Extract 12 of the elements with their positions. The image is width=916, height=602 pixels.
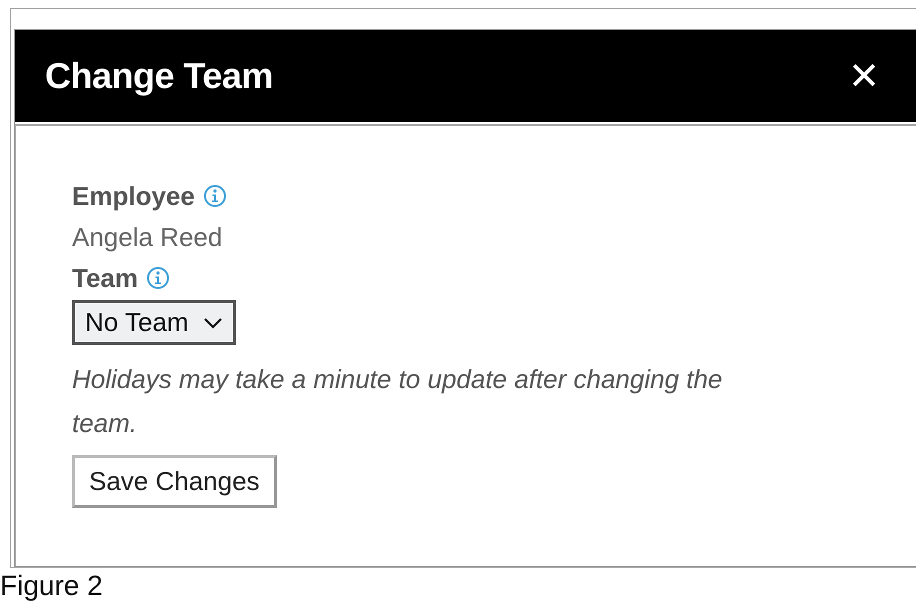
field-label: Team (72, 262, 138, 294)
team-dropdown[interactable]: No Team (72, 300, 236, 345)
info-icon[interactable] (202, 184, 227, 208)
close-button[interactable]: ✕ (848, 54, 880, 98)
chevron-down-icon (202, 316, 223, 328)
note-text: Holidays may take a minute to update after changing the team. (72, 363, 724, 440)
info-icon[interactable] (146, 266, 170, 290)
field-label: Employee (72, 180, 195, 212)
save-button[interactable]: Save Changes (72, 455, 277, 508)
dialog-title: Change Team (45, 55, 273, 97)
field-value: Angela Reed (72, 220, 224, 254)
figure-caption: Figure 2 (0, 570, 103, 602)
